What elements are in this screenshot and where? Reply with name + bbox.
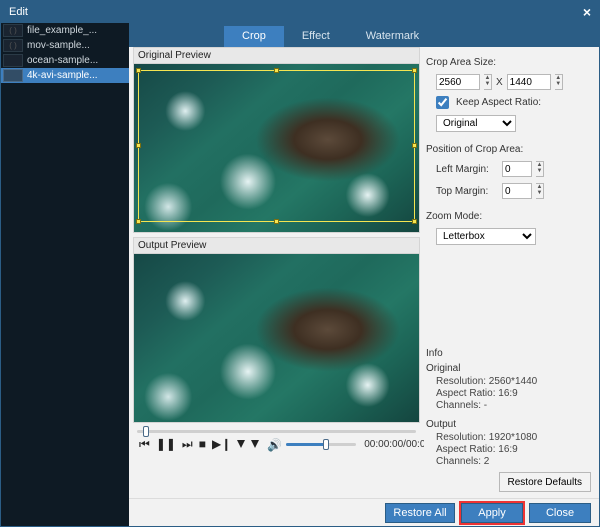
info-label: Info xyxy=(426,348,591,359)
playback-controls: ⏮ ❚❚ ⏭ ■ ▶❙ xyxy=(139,437,259,452)
height-spinner[interactable]: ▲▼ xyxy=(555,74,563,90)
info-output-resolution: Resolution: 1920*1080 xyxy=(426,432,591,443)
keep-aspect-label: Keep Aspect Ratio: xyxy=(456,97,541,108)
output-preview-label: Output Preview xyxy=(133,237,420,253)
top-margin-label: Top Margin: xyxy=(436,186,498,197)
aspect-ratio-select[interactable]: Original xyxy=(436,115,516,132)
crop-rectangle[interactable] xyxy=(138,70,415,222)
crop-height-input[interactable] xyxy=(507,74,551,90)
sidebar-item[interactable]: ocean-sample... xyxy=(1,53,129,68)
output-preview xyxy=(133,253,420,423)
crop-handle[interactable] xyxy=(136,143,141,148)
seek-bar[interactable] xyxy=(133,423,420,437)
info-original-channels: Channels: - xyxy=(426,400,591,411)
crop-size-label: Crop Area Size: xyxy=(426,57,591,68)
sidebar-item-label: file_example_... xyxy=(27,25,97,36)
crop-handle[interactable] xyxy=(136,219,141,224)
apply-button[interactable]: Apply xyxy=(461,503,523,523)
crop-width-input[interactable] xyxy=(436,74,480,90)
tabbar: Crop Effect Watermark xyxy=(129,23,599,47)
prev-frame-button[interactable]: ⏮ xyxy=(139,437,150,452)
sidebar-item-label: mov-sample... xyxy=(27,40,90,51)
left-margin-spinner[interactable]: ▲▼ xyxy=(536,161,544,177)
zoom-mode-select[interactable]: Letterbox xyxy=(436,228,536,245)
volume-control[interactable]: 🔊 xyxy=(267,438,356,452)
seek-thumb[interactable] xyxy=(143,426,149,437)
crop-handle[interactable] xyxy=(274,219,279,224)
stop-button[interactable]: ■ xyxy=(199,437,206,452)
info-output-label: Output xyxy=(426,419,591,430)
crop-settings-pane: Crop Area Size: ▲▼ X ▲▼ Keep Aspect Rati… xyxy=(424,47,599,498)
pause-button[interactable]: ❚❚ xyxy=(156,437,176,452)
file-sidebar: ( ) file_example_... ( ) mov-sample... o… xyxy=(1,23,129,526)
tab-effect[interactable]: Effect xyxy=(284,26,348,47)
zoom-mode-label: Zoom Mode: xyxy=(426,211,591,222)
restore-all-button[interactable]: Restore All xyxy=(385,503,455,523)
crop-handle[interactable] xyxy=(274,68,279,73)
play-button[interactable]: ▶❙ xyxy=(212,437,231,452)
sidebar-item-label: 4k-avi-sample... xyxy=(27,70,98,81)
info-original-label: Original xyxy=(426,363,591,374)
original-preview[interactable] xyxy=(133,63,420,233)
info-output-aspect: Aspect Ratio: 16:9 xyxy=(426,444,591,455)
crop-handle[interactable] xyxy=(412,219,417,224)
crop-position-label: Position of Crop Area: xyxy=(426,144,591,155)
thumbnail-icon: ( ) xyxy=(3,39,23,52)
keep-aspect-checkbox[interactable] xyxy=(436,96,449,109)
next-frame-button[interactable]: ⏭ xyxy=(182,437,193,452)
close-icon[interactable]: × xyxy=(583,4,591,20)
mark-in-icon[interactable] xyxy=(237,437,245,452)
left-margin-label: Left Margin: xyxy=(436,164,498,175)
mark-out-icon[interactable] xyxy=(251,437,259,452)
x-separator: X xyxy=(496,77,503,88)
edit-window: Edit × ( ) file_example_... ( ) mov-samp… xyxy=(0,0,600,527)
footer: Restore All Apply Close xyxy=(129,498,599,526)
width-spinner[interactable]: ▲▼ xyxy=(484,74,492,90)
info-original-aspect: Aspect Ratio: 16:9 xyxy=(426,388,591,399)
crop-handle[interactable] xyxy=(412,143,417,148)
info-output-channels: Channels: 2 xyxy=(426,456,591,467)
left-margin-input[interactable] xyxy=(502,161,532,177)
thumbnail-icon: ( ) xyxy=(3,24,23,37)
sidebar-item-label: ocean-sample... xyxy=(27,55,98,66)
top-margin-input[interactable] xyxy=(502,183,532,199)
top-margin-spinner[interactable]: ▲▼ xyxy=(536,183,544,199)
tab-crop[interactable]: Crop xyxy=(224,26,284,47)
sidebar-item[interactable]: 4k-avi-sample... xyxy=(1,68,129,83)
thumbnail-icon xyxy=(3,54,23,67)
volume-icon[interactable]: 🔊 xyxy=(267,438,282,452)
info-block: Info Original Resolution: 2560*1440 Aspe… xyxy=(426,344,591,468)
sidebar-item[interactable]: ( ) mov-sample... xyxy=(1,38,129,53)
tab-watermark[interactable]: Watermark xyxy=(348,26,437,47)
crop-handle[interactable] xyxy=(412,68,417,73)
original-preview-label: Original Preview xyxy=(133,47,420,63)
thumbnail-icon xyxy=(3,69,23,82)
window-title: Edit xyxy=(9,6,583,18)
close-button[interactable]: Close xyxy=(529,503,591,523)
crop-handle[interactable] xyxy=(136,68,141,73)
info-original-resolution: Resolution: 2560*1440 xyxy=(426,376,591,387)
sidebar-item[interactable]: ( ) file_example_... xyxy=(1,23,129,38)
titlebar: Edit × xyxy=(1,1,599,23)
restore-defaults-button[interactable]: Restore Defaults xyxy=(499,472,591,492)
volume-thumb[interactable] xyxy=(323,439,329,450)
